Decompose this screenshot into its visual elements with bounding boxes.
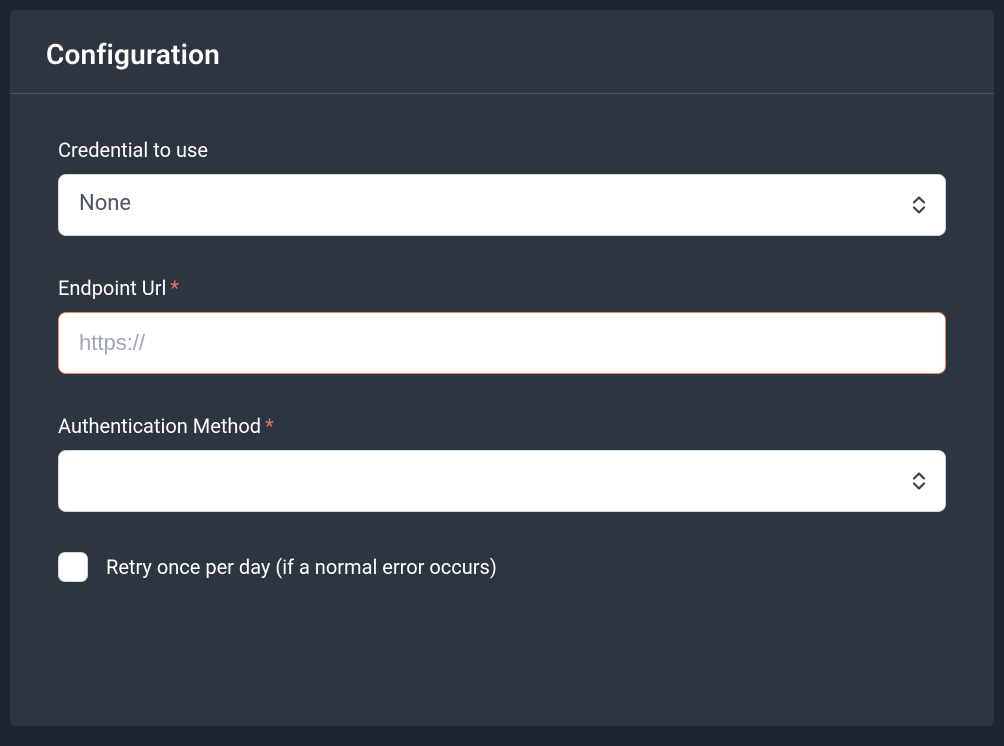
required-indicator-icon: * — [170, 276, 179, 300]
endpoint-url-input[interactable] — [58, 312, 946, 374]
panel-title: Configuration — [46, 38, 958, 71]
auth-method-label: Authentication Method* — [58, 414, 946, 438]
retry-label: Retry once per day (if a normal error oc… — [106, 555, 497, 579]
credential-select[interactable]: None — [58, 174, 946, 236]
panel-header: Configuration — [10, 10, 994, 94]
endpoint-label-text: Endpoint Url — [58, 276, 166, 300]
retry-row: Retry once per day (if a normal error oc… — [58, 552, 946, 582]
auth-method-select-wrapper — [58, 450, 946, 512]
panel-body: Credential to use None Endpoint Url* Aut… — [10, 94, 994, 618]
credential-select-wrapper: None — [58, 174, 946, 236]
endpoint-group: Endpoint Url* — [58, 276, 946, 374]
auth-method-label-text: Authentication Method — [58, 414, 261, 438]
endpoint-label: Endpoint Url* — [58, 276, 946, 300]
auth-method-group: Authentication Method* — [58, 414, 946, 512]
auth-method-select[interactable] — [58, 450, 946, 512]
configuration-panel: Configuration Credential to use None End… — [10, 10, 994, 726]
credential-label: Credential to use — [58, 138, 946, 162]
retry-checkbox[interactable] — [58, 552, 88, 582]
required-indicator-icon: * — [265, 414, 274, 438]
credential-group: Credential to use None — [58, 138, 946, 236]
